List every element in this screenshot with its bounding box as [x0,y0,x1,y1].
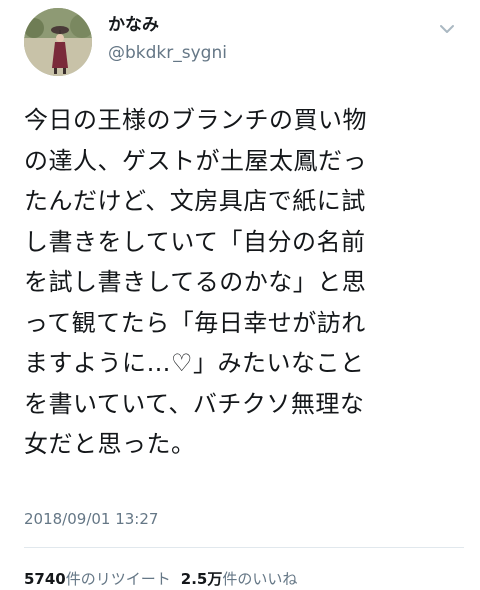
retweet-count: 5740 [24,570,66,588]
avatar-photo-icon [24,8,92,76]
tweet-text-line: の達人、ゲストが土屋太鳳だっ [24,146,367,175]
chevron-down-icon[interactable] [438,20,456,38]
tweet-timestamp[interactable]: 2018/09/01 13:27 [24,510,158,528]
tweet-header: かなみ @bkdkr_sygni [0,0,480,90]
tweet-text-line: 今日の王様のブランチの買い物 [24,106,367,134]
divider [24,547,464,548]
tweet-text-line: 女だと思った。 [24,430,196,458]
retweet-stat[interactable]: 5740件のリツイート [24,570,171,588]
display-name[interactable]: かなみ [108,14,159,36]
like-count: 2.5万 [180,570,223,588]
like-stat[interactable]: 2.5万件のいいね [181,570,298,588]
tweet-text-line: し書きをしていて「自分の名前 [24,227,366,256]
tweet-text: 今日の王様のブランチの買い物 の達人、ゲストが土屋太鳳だっ たんだけど、文房具店… [24,100,464,465]
tweet-text-line: を試し書きしてるのかな」と思 [24,268,367,296]
tweet-text-line: ますように…♡」みたいなこと [24,349,365,377]
retweet-label: 件のリツイート [65,570,171,588]
tweet-text-line: って観てたら「毎日幸せが訪れ [24,308,366,337]
avatar[interactable] [24,8,92,76]
tweet-text-line: たんだけど、文房具店で紙に試 [24,187,366,215]
tweet-text-line: を書いていて、バチクソ無理な [24,389,365,418]
user-handle[interactable]: @bkdkr_sygni [108,42,227,64]
like-label: 件のいいね [222,570,298,588]
tweet-stats: 5740件のリツイート 2.5万件のいいね [24,568,297,589]
